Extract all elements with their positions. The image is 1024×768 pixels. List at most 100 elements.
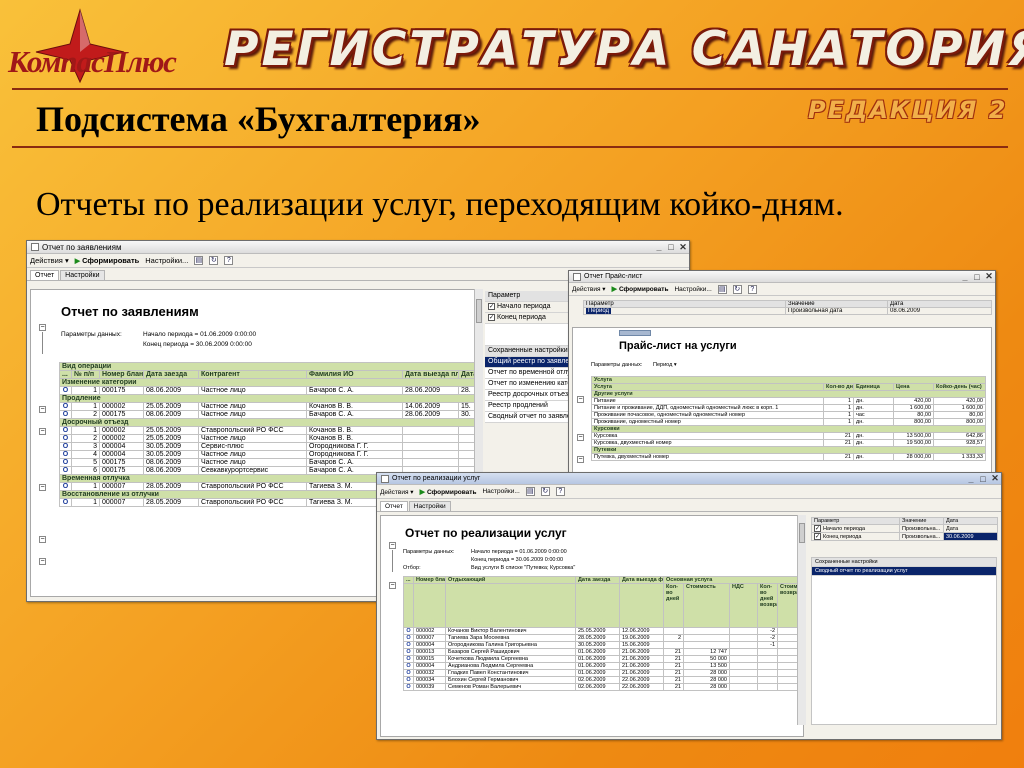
collapse-icon[interactable]: − <box>577 434 584 441</box>
group-row[interactable]: Путевки <box>591 446 986 454</box>
refresh-icon[interactable]: ↻ <box>732 284 742 294</box>
col-arrival: Дата заезда <box>575 576 620 584</box>
table-row[interactable]: Курсовка 21 дн. 13 500,00 642,86 <box>591 432 986 440</box>
group-row[interactable]: Услуга <box>591 376 986 384</box>
table-row[interactable]: O 000032 Гладких Павел Константинович 01.06… <box>403 669 803 677</box>
group-row[interactable]: Продление <box>58 394 481 403</box>
table-row[interactable]: Проживание почасовое, одноместный одноме… <box>591 411 986 419</box>
collapse-icon[interactable]: − <box>39 484 46 491</box>
table-row[interactable]: O 4 000004 30.05.2009 Частное лицо Огороднико… <box>59 450 481 459</box>
group-row[interactable]: Досрочный отъезд <box>58 418 481 427</box>
settings-button[interactable]: Настройки... <box>482 488 519 495</box>
actions-menu[interactable]: Действия ▾ <box>572 285 606 293</box>
table-row[interactable]: O 1 000002 25.05.2009 Частное лицо Кочанов В.… <box>59 402 481 411</box>
run-button[interactable]: Сформировать <box>612 285 669 293</box>
table-row[interactable]: O 2 000175 08.06.2009 Частное лицо Бачаров С.… <box>59 410 481 419</box>
saved-setting-item[interactable]: Сводный отчет по реализации услуг <box>812 567 996 576</box>
table-row[interactable]: Курсовка, двухместный номер 21 дн. 19 500,0… <box>591 439 986 447</box>
table-row[interactable]: O 1 000002 25.05.2009 Ставропольский РО ФСС К… <box>59 426 481 435</box>
document-icon[interactable]: ▤ <box>525 487 535 496</box>
run-button[interactable]: Сформировать <box>75 256 139 265</box>
document-icon[interactable]: ▤ <box>717 284 727 294</box>
param-date[interactable]: 30.06.2009 <box>943 532 998 541</box>
table-row[interactable]: O 000039 Семенов Роман Валерьевич 02.06.200… <box>403 683 803 691</box>
group-row[interactable]: Другие услуги <box>591 390 986 398</box>
window-titlebar[interactable]: Отчет Прайс-лист _ □ ✕ <box>569 271 995 283</box>
table-row[interactable]: Путевка, двухместный номер 21 дн. 28 000,00… <box>591 453 986 461</box>
param-value[interactable]: Произвольна... <box>899 532 944 541</box>
checkbox-icon[interactable]: ✓ <box>488 302 495 310</box>
param-name[interactable]: ✓ Конец периода <box>811 532 900 541</box>
table-row[interactable]: O 000015 Кочеткова Людмила Сергеевна 01.06.… <box>403 655 803 663</box>
tab-report[interactable]: Отчет <box>30 270 60 280</box>
maximize-icon[interactable]: □ <box>977 474 989 484</box>
run-button[interactable]: Сформировать <box>420 488 477 496</box>
maximize-icon[interactable]: □ <box>665 242 677 252</box>
cell-departure-fact: 12.06.2009 <box>619 627 664 635</box>
collapse-icon[interactable]: − <box>39 428 46 435</box>
collapse-icon[interactable]: − <box>39 558 46 565</box>
help-icon[interactable]: ? <box>555 487 565 496</box>
param-value[interactable]: Произвольная дата <box>785 307 888 315</box>
tab-report[interactable]: Отчет <box>380 501 408 511</box>
window-titlebar[interactable]: Отчет по реализации услуг _ □ ✕ <box>377 473 1001 485</box>
param-date[interactable]: Дата <box>943 524 998 533</box>
row-icon: O <box>59 450 72 459</box>
actions-menu[interactable]: Действия ▾ <box>30 256 69 265</box>
group-row[interactable]: Вид операции <box>58 362 481 371</box>
table-row[interactable]: O 000034 Блохин Сергей Германович 02.06.200… <box>403 676 803 684</box>
group-row[interactable]: Изменение категории <box>58 378 481 387</box>
table-row[interactable]: O 000013 Базаров Сергей Рашидович 01.06.200… <box>403 648 803 656</box>
table-row[interactable]: Питание и проживание, ДДП, одноместный о… <box>591 404 986 412</box>
actions-menu[interactable]: Действия ▾ <box>380 488 414 496</box>
tab-settings[interactable]: Настройки <box>408 501 451 511</box>
maximize-icon[interactable]: □ <box>971 272 983 282</box>
table-row[interactable]: Питание 1 дн. 420,00 420,00 <box>591 397 986 405</box>
window-titlebar[interactable]: Отчет по заявлениям _ □ ✕ <box>27 241 689 254</box>
help-icon[interactable]: ? <box>747 284 757 294</box>
collapse-icon[interactable]: − <box>39 536 46 543</box>
collapse-icon[interactable]: − <box>39 324 46 331</box>
group-row[interactable]: Курсовки <box>591 425 986 433</box>
table-row[interactable]: O 000002 Кочанов Виктор Валентинович 25.05.… <box>403 627 803 635</box>
minimize-icon[interactable]: _ <box>653 242 665 252</box>
collapse-icon[interactable]: − <box>577 396 584 403</box>
document-icon[interactable]: ▤ <box>194 256 204 265</box>
row-icon: O <box>403 634 414 642</box>
close-icon[interactable]: ✕ <box>677 242 689 253</box>
vertical-scrollbar[interactable] <box>797 515 806 725</box>
close-icon[interactable]: ✕ <box>989 473 1001 484</box>
cell-vat <box>729 641 758 649</box>
help-icon[interactable]: ? <box>224 256 234 265</box>
collapse-icon[interactable]: − <box>577 456 584 463</box>
refresh-icon[interactable]: ↻ <box>209 256 219 265</box>
table-row[interactable]: O 1 000175 08.06.2009 Частное лицо Бачаров С.… <box>59 386 481 395</box>
table-row[interactable]: O 3 000004 30.05.2009 Сервис-плюс Огородников… <box>59 442 481 451</box>
param-name[interactable]: Период <box>583 307 786 315</box>
settings-button[interactable]: Настройки... <box>674 286 711 293</box>
close-icon[interactable]: ✕ <box>983 271 995 282</box>
checkbox-icon[interactable]: ✓ <box>814 533 821 540</box>
refresh-icon[interactable]: ↻ <box>540 487 550 496</box>
checkbox-icon[interactable]: ✓ <box>488 313 495 321</box>
tab-settings[interactable]: Настройки <box>60 270 105 280</box>
collapse-icon[interactable]: − <box>389 542 396 549</box>
table-row[interactable]: O 2 000002 25.05.2009 Частное лицо Кочанов В.… <box>59 434 481 443</box>
settings-button[interactable]: Настройки... <box>145 256 188 265</box>
collapse-icon[interactable]: − <box>39 406 46 413</box>
param-name[interactable]: ✓ Начало периода <box>811 524 900 533</box>
period-dropdown[interactable]: Период ▾ <box>653 360 677 370</box>
param-value[interactable]: Произвольна... <box>899 524 944 533</box>
slide-title: Подсистема «Бухгалтерия» <box>36 99 481 139</box>
collapse-icon[interactable]: − <box>389 582 396 589</box>
table-row[interactable]: O 000007 Тагиева Зара Мосеевна 28.05.2009 19… <box>403 634 803 642</box>
minimize-icon[interactable]: _ <box>965 474 977 484</box>
cell-name: Бачаров С. А. <box>306 386 403 395</box>
table-row[interactable]: O 000004 Андрианова Людмила Сергеевна 01.06… <box>403 662 803 670</box>
table-row[interactable]: O 5 000175 08.06.2009 Частное лицо Бачаров С.… <box>59 458 481 467</box>
table-row[interactable]: O 000004 Огородникова Галина Григорьевна 30… <box>403 641 803 649</box>
param-date[interactable]: 08.06.2009 <box>887 307 992 315</box>
checkbox-icon[interactable]: ✓ <box>814 525 821 532</box>
minimize-icon[interactable]: _ <box>959 272 971 282</box>
table-row[interactable]: Проживание, одноместный номер 1 дн. 800,00 8… <box>591 418 986 426</box>
